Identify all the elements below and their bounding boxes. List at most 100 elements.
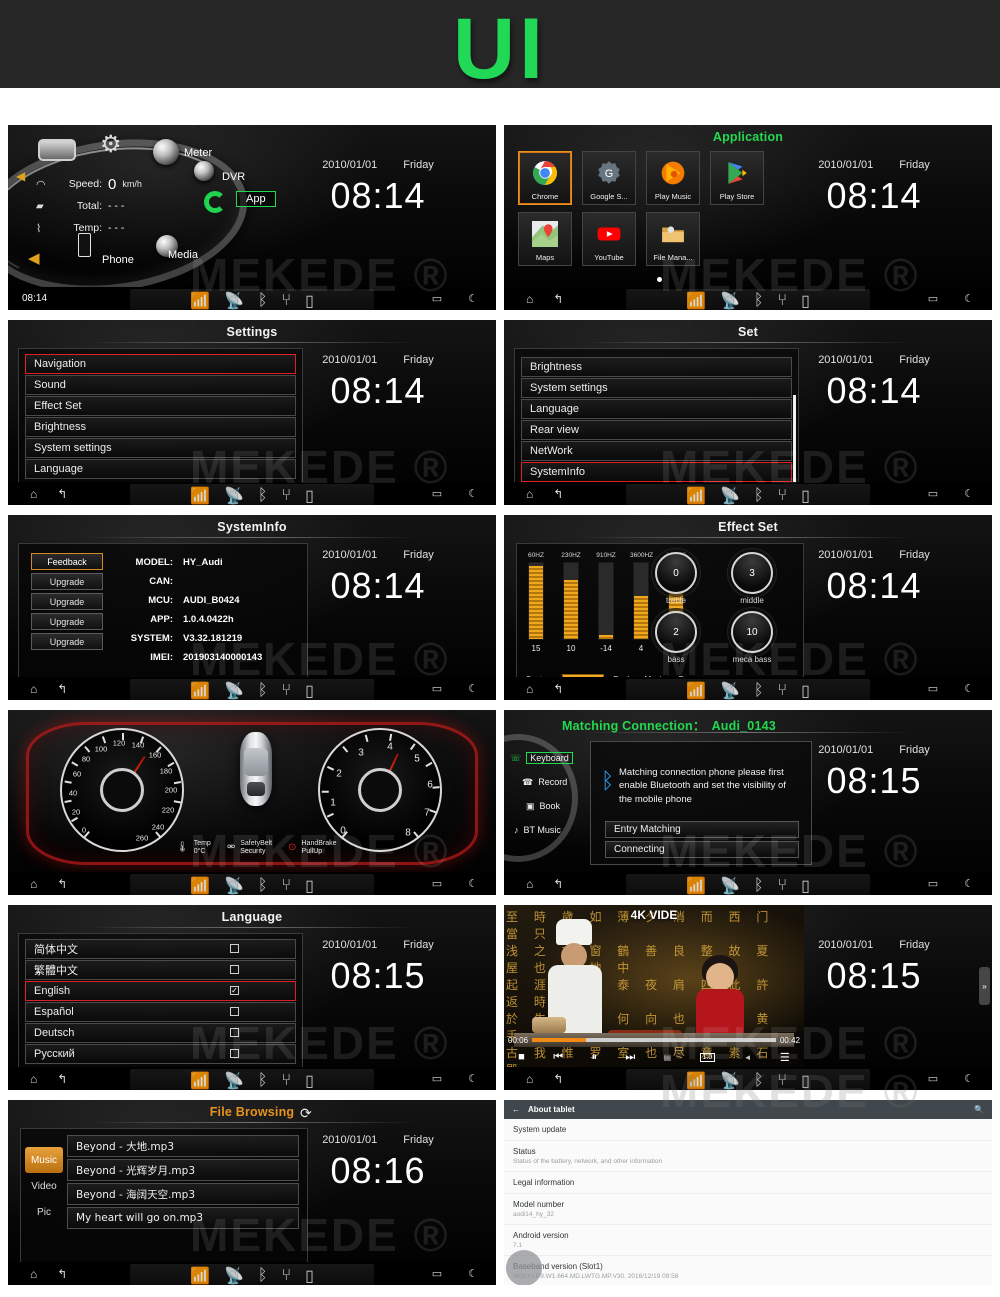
- moon-icon[interactable]: ☾: [468, 1072, 478, 1085]
- left-arrow-icon-top[interactable]: ◀: [16, 169, 25, 183]
- previous-icon[interactable]: ⏮: [553, 1051, 563, 1064]
- set-item-rear-view[interactable]: Rear view: [521, 420, 792, 440]
- entry-matching-button[interactable]: Entry Matching: [605, 821, 799, 838]
- moon-icon[interactable]: ☾: [964, 1072, 974, 1085]
- eq-band-60hz[interactable]: 60HZ 15: [525, 552, 547, 653]
- home-icon[interactable]: ⌂: [526, 292, 533, 306]
- home-menu-meter[interactable]: Meter: [184, 147, 212, 159]
- app-tile-play-music[interactable]: Play Music: [646, 151, 700, 205]
- home-icon[interactable]: ⌂: [30, 1072, 37, 1086]
- language-checkbox-checked[interactable]: ✓: [230, 986, 239, 996]
- radio-icon[interactable]: [38, 139, 76, 161]
- file-tab-music[interactable]: Music: [25, 1147, 63, 1173]
- set-item-systeminfo[interactable]: SystemInfo: [521, 462, 792, 482]
- knob-meca-bass[interactable]: 10 meca bass: [719, 611, 785, 664]
- bt-menu-record[interactable]: ☎ Record: [510, 770, 573, 794]
- home-icon[interactable]: ⌂: [30, 877, 37, 891]
- moon-icon[interactable]: ☾: [964, 487, 974, 500]
- settings-gear-icon[interactable]: ⚙: [100, 133, 122, 157]
- home-menu-app-button[interactable]: App: [236, 191, 276, 207]
- moon-icon[interactable]: ☾: [468, 292, 478, 305]
- video-seek-bar[interactable]: [532, 1038, 776, 1042]
- language-checkbox[interactable]: [230, 1007, 239, 1017]
- file-list-item[interactable]: Beyond - 光辉岁月.mp3: [67, 1159, 299, 1181]
- recents-icon[interactable]: ▭: [928, 292, 938, 305]
- app-tile-play-store[interactable]: Play Store: [710, 151, 764, 205]
- expand-icon[interactable]: »: [979, 967, 990, 1005]
- settings-item-effect-set[interactable]: Effect Set: [25, 396, 296, 416]
- pause-icon[interactable]: ⏸: [591, 1051, 597, 1064]
- search-icon[interactable]: 🔍: [974, 1105, 984, 1114]
- moon-icon[interactable]: ☾: [468, 1267, 478, 1280]
- recents-icon[interactable]: ▭: [928, 1072, 938, 1085]
- home-icon[interactable]: ⌂: [526, 682, 533, 696]
- file-tab-video[interactable]: Video: [25, 1173, 63, 1199]
- set-item-language[interactable]: Language: [521, 399, 792, 419]
- knob-bass[interactable]: 2 bass: [643, 611, 709, 664]
- feedback-button[interactable]: Feedback: [31, 553, 103, 570]
- eq-band-230hz[interactable]: 230HZ 10: [560, 552, 582, 653]
- home-menu-media[interactable]: Media: [168, 249, 198, 261]
- refresh-icon[interactable]: ⟳: [300, 1105, 312, 1122]
- dvr-icon[interactable]: [194, 161, 214, 181]
- bt-menu-keyboard[interactable]: ☏ Keyboard: [510, 746, 573, 770]
- language-item-espanol[interactable]: Español: [25, 1002, 296, 1022]
- about-item-android-version[interactable]: Android version 7.1: [504, 1225, 992, 1256]
- knob-middle-dial[interactable]: 3: [731, 552, 773, 594]
- file-list-item[interactable]: My heart will go on.mp3: [67, 1207, 299, 1229]
- back-icon[interactable]: ↰: [553, 682, 563, 696]
- moon-icon[interactable]: ☾: [964, 682, 974, 695]
- language-item-russian[interactable]: Русский: [25, 1044, 296, 1064]
- language-item-deutsch[interactable]: Deutsch: [25, 1023, 296, 1043]
- page-indicator-dot[interactable]: [657, 277, 662, 282]
- about-item-status[interactable]: Status Status of the battery, network, a…: [504, 1141, 992, 1172]
- connecting-button[interactable]: Connecting: [605, 841, 799, 858]
- about-item-model-number[interactable]: Model number aodi14_hy_32: [504, 1194, 992, 1225]
- upgrade-button-4[interactable]: Upgrade: [31, 633, 103, 650]
- bt-menu-bt-music[interactable]: ♪ BT Music: [510, 818, 573, 842]
- settings-item-brightness[interactable]: Brightness: [25, 417, 296, 437]
- recents-icon[interactable]: ▭: [928, 487, 938, 500]
- app-tile-google-settings[interactable]: G Google S...: [582, 151, 636, 205]
- upgrade-button-1[interactable]: Upgrade: [31, 573, 103, 590]
- app-tile-youtube[interactable]: YouTube: [582, 212, 636, 266]
- set-item-brightness[interactable]: Brightness: [521, 357, 792, 377]
- file-tab-pic[interactable]: Pic: [25, 1199, 63, 1225]
- back-icon[interactable]: ↰: [57, 1072, 67, 1086]
- moon-icon[interactable]: ☾: [468, 877, 478, 890]
- back-arrow-icon[interactable]: ←: [512, 1105, 520, 1114]
- language-checkbox[interactable]: [230, 1028, 239, 1038]
- language-checkbox[interactable]: [230, 1049, 239, 1059]
- recents-icon[interactable]: ▭: [432, 1072, 442, 1085]
- back-icon[interactable]: ↰: [57, 682, 67, 696]
- back-icon[interactable]: ↰: [57, 487, 67, 501]
- settings-item-navigation[interactable]: Navigation: [25, 354, 296, 374]
- eq-slider-track[interactable]: [563, 562, 579, 640]
- moon-icon[interactable]: ☾: [964, 292, 974, 305]
- about-item-baseband-slot1[interactable]: Baseband version (Slot1) MOLY.LR9.W1.664…: [504, 1256, 992, 1285]
- playlist-icon[interactable]: ☰: [780, 1051, 790, 1064]
- home-menu-phone[interactable]: Phone: [102, 254, 134, 266]
- recents-icon[interactable]: ▭: [432, 877, 442, 890]
- language-item-traditional-chinese[interactable]: 繁體中文: [25, 960, 296, 980]
- back-icon[interactable]: ↰: [553, 1072, 563, 1086]
- knob-bass-dial[interactable]: 2: [655, 611, 697, 653]
- upgrade-button-3[interactable]: Upgrade: [31, 613, 103, 630]
- recents-icon[interactable]: ▭: [432, 292, 442, 305]
- knob-meca-bass-dial[interactable]: 10: [731, 611, 773, 653]
- recents-icon[interactable]: ▭: [928, 877, 938, 890]
- knob-treble-dial[interactable]: 0: [655, 552, 697, 594]
- home-menu-dvr[interactable]: DVR: [222, 171, 245, 183]
- back-icon[interactable]: ↰: [57, 1267, 67, 1281]
- about-item-legal-information[interactable]: Legal information: [504, 1172, 992, 1194]
- bt-menu-book[interactable]: ▣ Book: [510, 794, 573, 818]
- language-item-simplified-chinese[interactable]: 简体中文: [25, 939, 296, 959]
- recents-icon[interactable]: ▭: [432, 682, 442, 695]
- app-tile-file-manager[interactable]: File Mana...: [646, 212, 700, 266]
- back-icon[interactable]: ↰: [553, 292, 563, 306]
- home-icon[interactable]: ⌂: [30, 682, 37, 696]
- recents-icon[interactable]: ▭: [432, 1267, 442, 1280]
- app-tile-chrome[interactable]: Chrome: [518, 151, 572, 205]
- set-item-system-settings[interactable]: System settings: [521, 378, 792, 398]
- moon-icon[interactable]: ☾: [964, 877, 974, 890]
